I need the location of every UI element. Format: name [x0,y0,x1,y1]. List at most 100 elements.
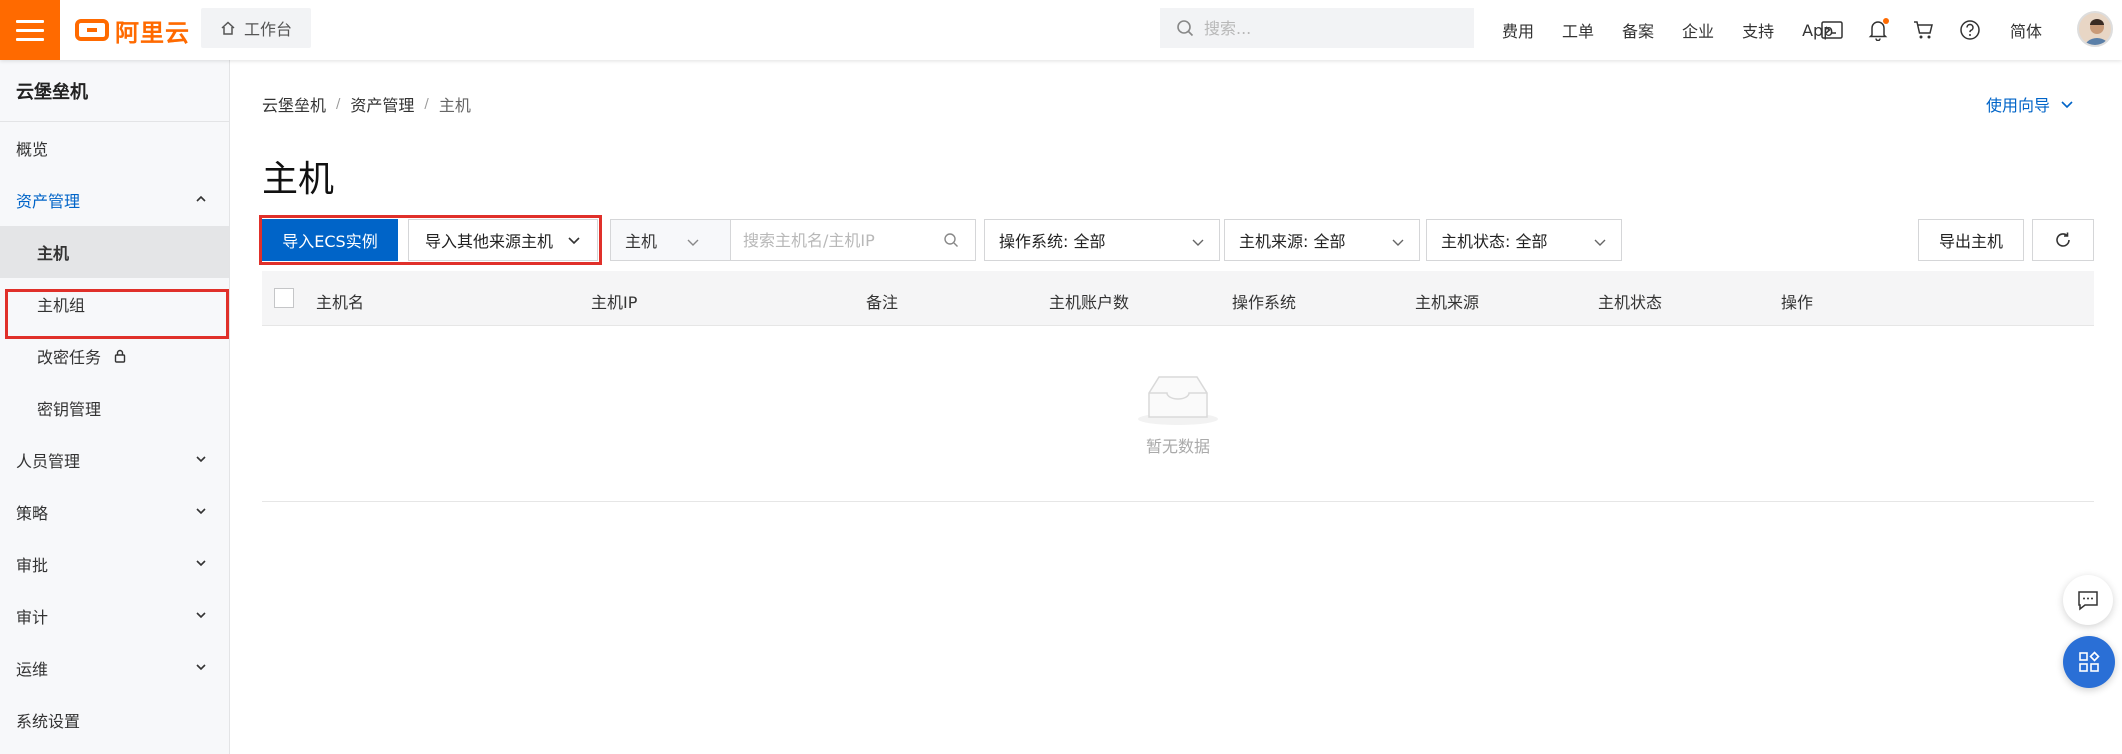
sidebar-item-operations[interactable]: 运维 [0,642,229,694]
quick-apps-button[interactable] [2063,636,2115,688]
workbench-label: 工作台 [243,20,292,39]
sidebar-title: 云堡垒机 [0,60,229,122]
breadcrumb-separator: / [336,96,341,112]
column-header: 主机状态 [1598,293,1663,312]
sidebar-item-system-settings[interactable]: 系统设置 [0,694,229,746]
chevron-down-icon [1392,239,1404,246]
status-filter-select[interactable]: 主机状态: 全部 [1426,219,1622,261]
export-hosts-button[interactable]: 导出主机 [1918,219,2024,261]
status-filter-value: 主机状态: 全部 [1441,232,1548,251]
apps-grid-icon [2079,651,2100,672]
breadcrumb: 云堡垒机 / 资产管理 / 主机 [262,92,471,116]
avatar[interactable] [2077,11,2113,47]
breadcrumb-item[interactable]: 云堡垒机 [262,92,326,116]
select-all-checkbox[interactable] [274,288,294,308]
hosts-table: 主机名 主机IP 备注 主机账户数 操作系统 主机来源 主机状态 操作 暂无数据 [262,271,2094,502]
sidebar-item-key-management[interactable]: 密钥管理 [0,382,229,434]
chevron-down-icon [1192,239,1204,246]
sidebar-item-password-tasks[interactable]: 改密任务 [0,330,229,382]
sidebar-item-label: 运维 [16,660,49,679]
feedback-chat-button[interactable] [2063,575,2113,625]
empty-box-icon [1138,375,1218,425]
empty-state-text: 暂无数据 [1145,436,1210,456]
cart-icon[interactable] [1912,18,1936,42]
chevron-down-icon [196,612,206,619]
sidebar-item-label: 资产管理 [16,192,81,211]
chevron-down-icon [568,237,580,245]
help-icon[interactable] [1958,18,1982,42]
column-header: 备注 [866,293,899,312]
nav-link-enterprise[interactable]: 企业 [1668,18,1728,42]
sidebar-item-hosts[interactable]: 主机 [0,226,229,278]
main-content: 云堡垒机 / 资产管理 / 主机 使用向导 主机 导入ECS实例 导入其他来源主… [259,60,2094,754]
search-icon[interactable] [943,232,959,248]
sidebar-item-label: 审批 [16,556,49,575]
breadcrumb-separator: / [424,96,429,112]
top-bar: 阿里云 工作台 费用 工单 备案 企业 支持 App 简体 [0,0,2122,60]
source-filter-select[interactable]: 主机来源: 全部 [1224,219,1420,261]
usage-guide-link[interactable]: 使用向导 [1986,92,2074,116]
nav-link-support[interactable]: 支持 [1728,18,1788,42]
search-type-select[interactable]: 主机 [611,220,731,260]
home-icon [221,21,235,35]
breadcrumb-current: 主机 [438,96,471,115]
column-header: 主机IP [591,293,638,312]
top-nav-icons: 简体 [1820,0,2042,60]
bell-icon[interactable] [1866,18,1890,42]
terminal-icon[interactable] [1820,18,1844,42]
workbench-button[interactable]: 工作台 [201,8,311,48]
chevron-down-icon [196,664,206,671]
sidebar-item-label: 人员管理 [16,452,81,471]
chevron-down-icon [196,456,206,463]
sidebar-item-label: 策略 [16,504,49,523]
host-search-input[interactable] [743,230,943,250]
host-search-field[interactable] [731,220,975,260]
logo-mark [75,19,109,41]
language-switch[interactable]: 简体 [2010,18,2042,42]
sidebar-item-asset-management[interactable]: 资产管理 [0,174,229,226]
global-search[interactable] [1160,8,1474,48]
notification-dot [1883,18,1889,24]
sidebar-item-policy[interactable]: 策略 [0,486,229,538]
global-search-input[interactable] [1204,18,1464,38]
search-icon [1177,20,1194,37]
sidebar-item-approval[interactable]: 审批 [0,538,229,590]
column-header: 主机来源 [1415,293,1480,312]
sidebar-item-label: 主机组 [37,296,86,315]
column-header: 操作 [1781,293,1814,312]
chevron-down-icon [2061,101,2073,109]
sidebar: 云堡垒机 概览 资产管理 主机 主机组 改密任务 密钥管理 人员管理 策略 审批… [0,60,230,754]
column-header: 操作系统 [1232,293,1297,312]
os-filter-value: 操作系统: 全部 [999,232,1106,251]
sidebar-item-user-management[interactable]: 人员管理 [0,434,229,486]
chevron-up-icon [196,195,206,202]
sidebar-item-overview[interactable]: 概览 [0,122,229,174]
top-nav-links: 费用 工单 备案 企业 支持 App [1488,0,1847,60]
sidebar-item-label: 密钥管理 [37,400,102,419]
menu-icon[interactable] [0,0,60,60]
sidebar-item-label: 系统设置 [16,712,81,731]
refresh-icon [2056,232,2070,247]
logo[interactable]: 阿里云 [75,14,190,47]
import-ecs-button[interactable]: 导入ECS实例 [262,219,398,261]
os-filter-select[interactable]: 操作系统: 全部 [984,219,1220,261]
nav-link-tickets[interactable]: 工单 [1548,18,1608,42]
sidebar-item-audit[interactable]: 审计 [0,590,229,642]
sidebar-item-label: 改密任务 [37,348,102,367]
toolbar: 导入ECS实例 导入其他来源主机 主机 操作系统: 全部 主机来源: 全部 主机 [259,215,2094,265]
sidebar-item-host-groups[interactable]: 主机组 [0,278,229,330]
refresh-button[interactable] [2032,219,2094,261]
empty-state: 暂无数据 [262,326,2094,502]
nav-link-fees[interactable]: 费用 [1488,18,1548,42]
chat-icon [2078,591,2098,611]
usage-guide-label: 使用向导 [1985,96,2050,115]
sidebar-item-label: 主机 [37,244,70,263]
breadcrumb-item[interactable]: 资产管理 [350,92,414,116]
nav-link-icp[interactable]: 备案 [1608,18,1668,42]
search-type-value: 主机 [625,232,658,251]
host-search-combo: 主机 [610,219,976,261]
import-other-hosts-button[interactable]: 导入其他来源主机 [408,219,598,261]
chevron-down-icon [196,508,206,515]
lock-icon [114,349,126,363]
import-other-hosts-label: 导入其他来源主机 [424,232,553,251]
